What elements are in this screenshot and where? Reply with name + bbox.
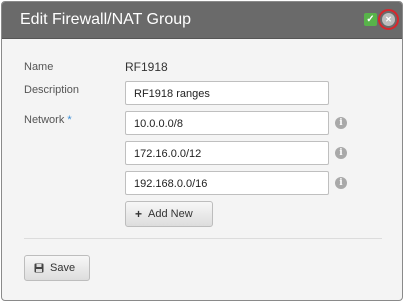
dialog-titlebar: Edit Firewall/NAT Group ✓ ✕ bbox=[2, 2, 402, 39]
add-new-button[interactable]: + Add New bbox=[125, 201, 213, 227]
plus-icon: + bbox=[135, 207, 143, 221]
name-label: Name bbox=[24, 61, 54, 73]
close-button[interactable]: ✕ bbox=[382, 13, 395, 26]
edit-firewall-nat-group-dialog: Edit Firewall/NAT Group ✓ ✕ Name RF1918 … bbox=[1, 1, 403, 301]
description-label: Description bbox=[24, 84, 80, 96]
add-new-label: Add New bbox=[148, 208, 193, 220]
floppy-disk-icon bbox=[34, 263, 44, 273]
save-button[interactable]: Save bbox=[24, 255, 90, 281]
info-icon[interactable]: i bbox=[335, 147, 347, 159]
required-marker: * bbox=[67, 114, 72, 126]
network-label: Network * bbox=[24, 114, 72, 126]
info-icon[interactable]: i bbox=[335, 177, 347, 189]
name-value: RF1918 bbox=[125, 60, 168, 74]
network-field-3[interactable]: 192.168.0.0/16 bbox=[125, 171, 329, 195]
network-field-1[interactable]: 10.0.0.0/8 bbox=[125, 111, 329, 135]
divider bbox=[24, 238, 382, 239]
description-field[interactable]: RF1918 ranges bbox=[125, 81, 329, 105]
close-button-highlight[interactable]: ✕ bbox=[378, 9, 399, 30]
save-label: Save bbox=[50, 262, 76, 274]
dialog-title: Edit Firewall/NAT Group bbox=[20, 11, 192, 28]
network-field-2[interactable]: 172.16.0.0/12 bbox=[125, 141, 329, 165]
info-icon[interactable]: i bbox=[335, 117, 347, 129]
check-icon: ✓ bbox=[366, 13, 375, 25]
confirm-button[interactable]: ✓ bbox=[364, 13, 377, 26]
network-label-text: Network bbox=[24, 114, 65, 126]
close-icon: ✕ bbox=[385, 14, 392, 24]
